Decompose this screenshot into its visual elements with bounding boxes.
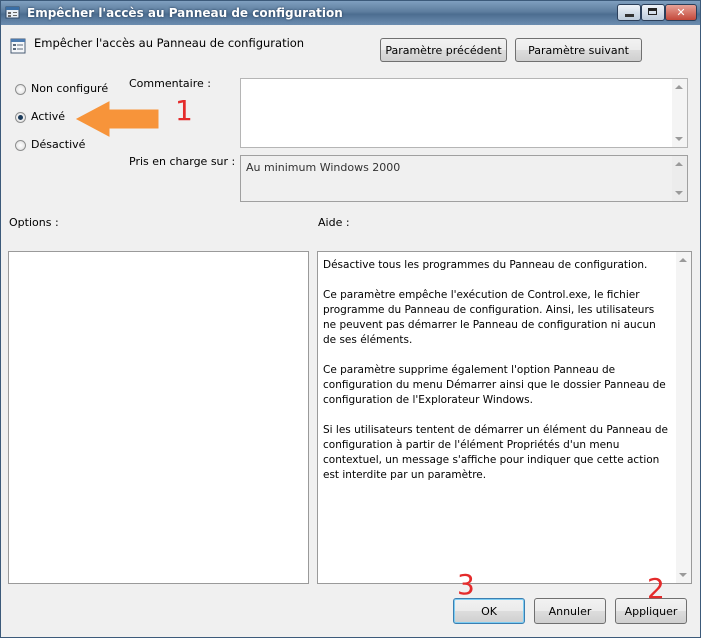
ok-button[interactable]: OK xyxy=(453,598,525,624)
scroll-down-icon[interactable] xyxy=(679,573,687,577)
policy-icon xyxy=(5,6,20,19)
help-text: Désactive tous les programmes du Panneau… xyxy=(323,258,668,498)
help-paragraph: Ce paramètre empêche l'exécution de Cont… xyxy=(323,289,656,346)
scroll-up-icon[interactable] xyxy=(675,85,683,89)
help-paragraph: Désactive tous les programmes du Panneau… xyxy=(323,259,648,271)
radio-enabled-label: Activé xyxy=(31,110,66,123)
next-setting-button[interactable]: Paramètre suivant xyxy=(515,38,642,62)
minimize-button[interactable] xyxy=(617,4,641,21)
cancel-button[interactable]: Annuler xyxy=(534,598,606,624)
supported-on-label: Pris en charge sur : xyxy=(129,155,236,168)
radio-disabled-control[interactable] xyxy=(15,140,26,151)
scroll-up-icon[interactable] xyxy=(679,258,687,262)
close-icon: ✕ xyxy=(676,6,686,19)
supported-scrollbar[interactable] xyxy=(672,156,687,201)
options-pane xyxy=(8,251,309,584)
scroll-up-icon[interactable] xyxy=(675,162,683,166)
annotation-number-3: 3 xyxy=(457,568,475,601)
supported-on-value: Au minimum Windows 2000 xyxy=(246,161,401,174)
setting-icon xyxy=(10,38,26,54)
scroll-down-icon[interactable] xyxy=(675,191,683,195)
comment-scrollbar[interactable] xyxy=(672,79,687,147)
help-paragraph: Si les utilisateurs tentent de démarrer … xyxy=(323,424,668,481)
minimize-icon xyxy=(625,14,634,17)
help-label: Aide : xyxy=(318,216,350,229)
help-scrollbar[interactable] xyxy=(676,252,691,583)
window-title: Empêcher l'accès au Panneau de configura… xyxy=(27,6,343,20)
scroll-down-icon[interactable] xyxy=(675,137,683,141)
comment-label: Commentaire : xyxy=(129,77,211,90)
policy-dialog-window: Empêcher l'accès au Panneau de configura… xyxy=(0,0,701,638)
annotation-arrow xyxy=(75,101,159,137)
comment-field[interactable] xyxy=(240,78,688,148)
help-pane: Désactive tous les programmes du Panneau… xyxy=(317,251,692,584)
supported-on-field: Au minimum Windows 2000 xyxy=(240,155,688,202)
annotation-number-1: 1 xyxy=(175,94,193,127)
title-bar[interactable]: Empêcher l'accès au Panneau de configura… xyxy=(1,1,700,25)
annotation-number-2: 2 xyxy=(647,572,665,605)
help-paragraph: Ce paramètre supprime également l'option… xyxy=(323,364,666,406)
options-label: Options : xyxy=(9,216,59,229)
previous-setting-button[interactable]: Paramètre précédent xyxy=(380,38,507,62)
maximize-button[interactable] xyxy=(641,4,665,21)
maximize-icon xyxy=(648,8,657,15)
radio-enabled-control[interactable] xyxy=(15,112,26,123)
close-button[interactable]: ✕ xyxy=(665,4,697,21)
radio-not-configured-control[interactable] xyxy=(15,84,26,95)
radio-not-configured-label: Non configuré xyxy=(31,82,109,95)
radio-disabled-label: Désactivé xyxy=(31,138,86,151)
policy-name: Empêcher l'accès au Panneau de configura… xyxy=(34,36,305,50)
